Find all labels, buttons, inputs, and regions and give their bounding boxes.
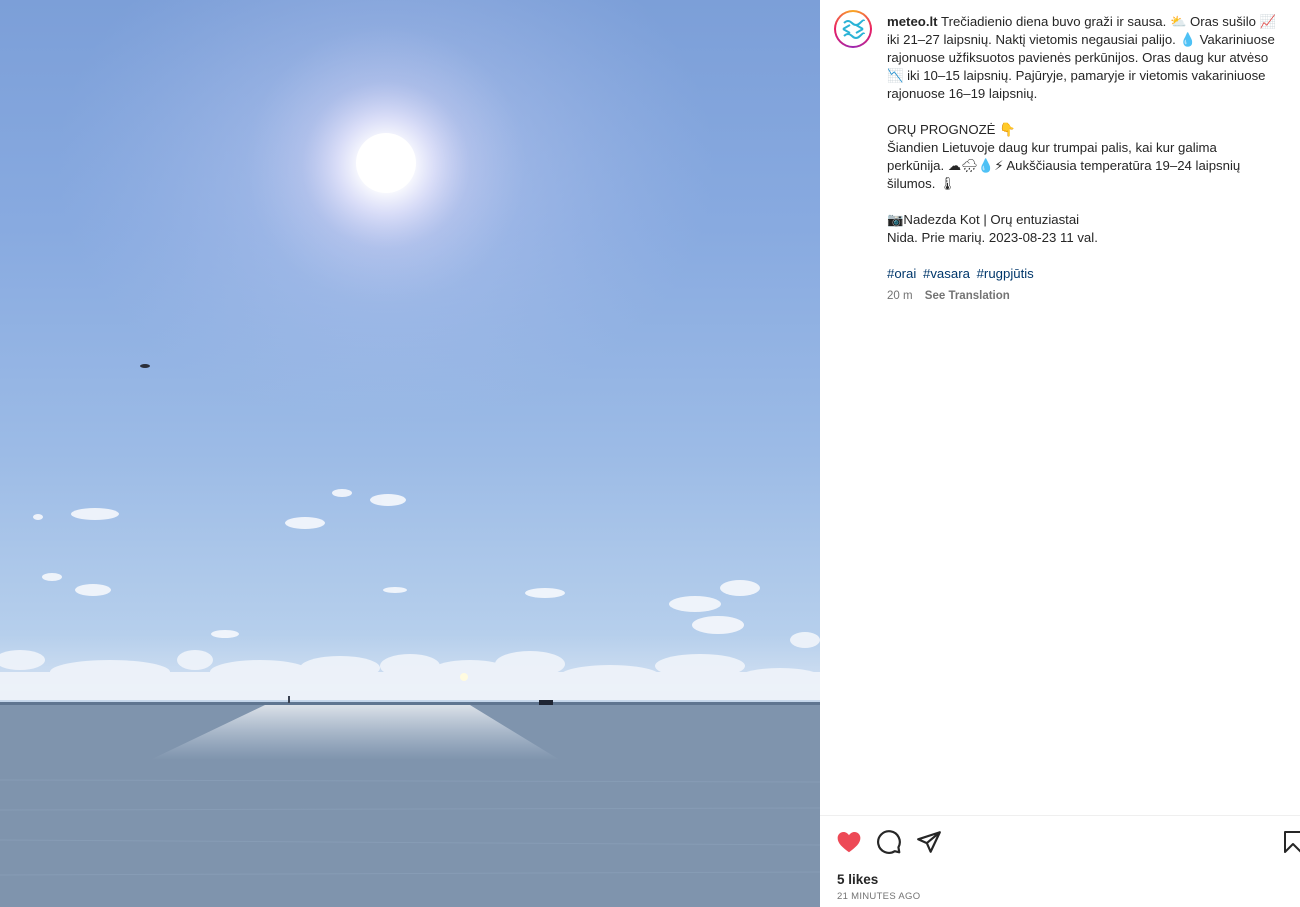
sun-core [356, 133, 416, 193]
sun-reflection [460, 673, 468, 681]
send-icon[interactable] [916, 829, 942, 855]
likes-count[interactable]: 5 likes [837, 872, 878, 887]
sailboat [288, 696, 290, 703]
meteo-logo-icon [842, 19, 865, 39]
see-translation-button[interactable]: See Translation [925, 290, 1010, 302]
divider [820, 815, 1300, 816]
avatar-logo [836, 12, 870, 46]
caption-line [887, 103, 1292, 121]
avatar[interactable] [834, 10, 872, 48]
post-side-panel: meteo.lt Trečiadienio diena buvo graži i… [820, 0, 1300, 907]
hashtag-rugpjutis[interactable]: #rugpjūtis [977, 266, 1034, 281]
caption-line: iki 21–27 laipsnių. Naktį vietomis negau… [887, 32, 1275, 47]
caption-time[interactable]: 20 m [887, 290, 913, 302]
caption-line: Šiandien Lietuvoje daug kur trumpai pali… [887, 140, 1217, 155]
caption-line: rajonuose 16–19 laipsnių. [887, 86, 1038, 101]
post-time-ago[interactable]: 21 MINUTES AGO [837, 891, 920, 902]
caption-meta: 20 m See Translation [887, 290, 1010, 302]
comment-icon[interactable] [876, 829, 902, 855]
hashtag-orai[interactable]: #orai [887, 266, 916, 281]
username-link[interactable]: meteo.lt [887, 14, 938, 29]
caption-line: šilumos. 🌡 [887, 176, 956, 191]
caption-line: rajonuose užfiksuotos pavienės perkūnijo… [887, 50, 1269, 65]
hashtags: #orai #vasara #rugpjūtis [887, 265, 1292, 283]
caption-line-1: meteo.lt Trečiadienio diena buvo graži i… [887, 14, 1277, 29]
action-bar [836, 829, 956, 855]
heart-filled-icon[interactable] [836, 829, 862, 855]
bird [140, 364, 150, 368]
bookmark-icon[interactable] [1284, 831, 1300, 853]
horizon-line [0, 702, 820, 705]
caption-line [887, 247, 1292, 265]
caption-line: Nida. Prie marių. 2023-08-23 11 val. [887, 230, 1098, 245]
horizon-clouds [0, 632, 820, 700]
hashtag-vasara[interactable]: #vasara [923, 266, 970, 281]
boat [539, 700, 553, 705]
post-photo[interactable] [0, 0, 820, 907]
caption-line: 📷Nadezda Kot | Orų entuziastai [887, 212, 1080, 227]
clouds [33, 489, 760, 638]
caption-line: perkūnija. ☁🌧💧⚡ Aukščiausia temperatūra … [887, 158, 1241, 173]
caption-line [887, 193, 1292, 211]
caption-line: 📉 iki 10–15 laipsnių. Pajūryje, pamaryje… [887, 68, 1266, 83]
caption-line: ORŲ PROGNOZĖ 👇 [887, 122, 1016, 137]
post-caption: meteo.lt Trečiadienio diena buvo graži i… [887, 13, 1292, 283]
beach-photo-scene [0, 0, 820, 907]
